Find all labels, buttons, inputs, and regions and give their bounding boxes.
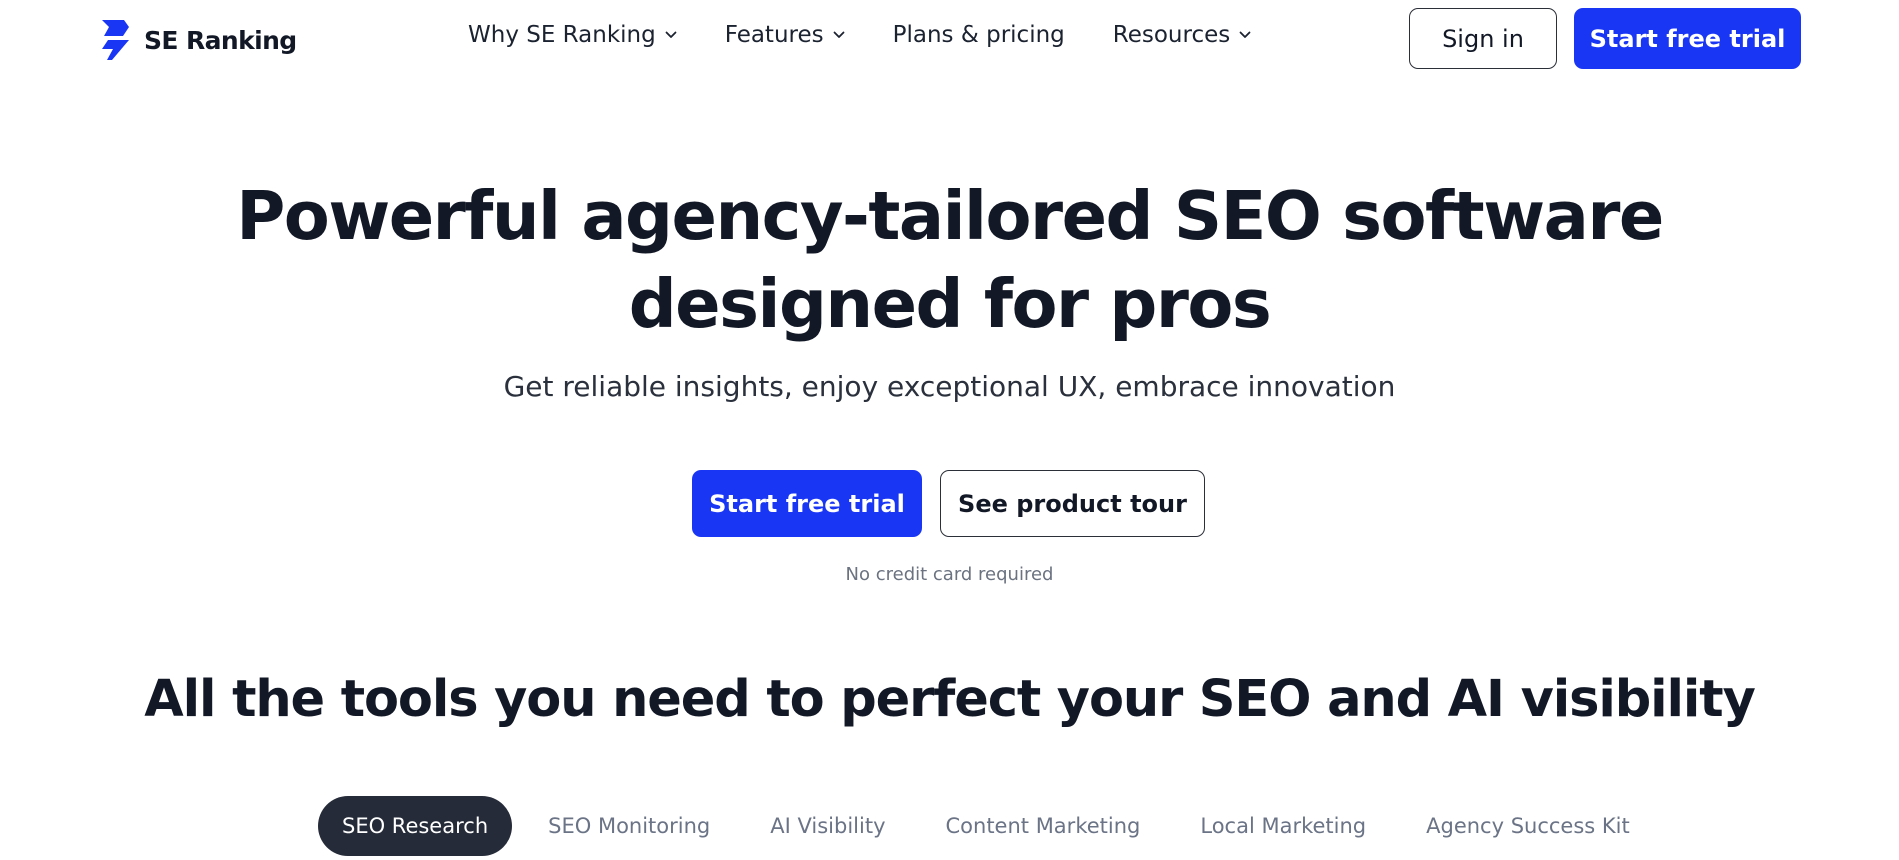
sign-in-button[interactable]: Sign in [1409, 8, 1557, 69]
logo-link[interactable]: SE Ranking [96, 18, 297, 62]
nav-item-features[interactable]: Features [725, 22, 845, 48]
tools-tabs: SEO Research SEO Monitoring AI Visibilit… [318, 796, 1630, 856]
se-ranking-logo-icon [102, 20, 129, 60]
no-credit-card-note: No credit card required [845, 564, 1054, 585]
site-header: SE Ranking Why SE Ranking Features Plans… [0, 0, 1899, 78]
nav-item-resources[interactable]: Resources [1113, 22, 1251, 48]
tab-content-marketing[interactable]: Content Marketing [946, 796, 1141, 856]
hero-start-trial-button[interactable]: Start free trial [692, 470, 922, 537]
nav-item-label: Why SE Ranking [468, 22, 656, 48]
nav-item-label: Plans & pricing [892, 22, 1065, 48]
tab-local-marketing[interactable]: Local Marketing [1200, 796, 1366, 856]
tools-title: All the tools you need to perfect your S… [144, 670, 1756, 729]
nav-item-label: Features [724, 22, 824, 48]
chevron-down-icon [665, 31, 677, 38]
tab-seo-monitoring[interactable]: SEO Monitoring [548, 796, 710, 856]
tab-agency-success-kit[interactable]: Agency Success Kit [1426, 796, 1630, 856]
chevron-down-icon [1239, 31, 1251, 38]
logo-text: SE Ranking [144, 25, 297, 55]
main-nav: Why SE Ranking Features Plans & pricing … [468, 22, 1299, 48]
hero-title-line-1: Powerful agency-tailored SEO software [236, 177, 1664, 255]
page: SE Ranking Why SE Ranking Features Plans… [0, 0, 1899, 860]
hero-title: Powerful agency-tailored SEO software de… [0, 172, 1899, 348]
hero-subtitle: Get reliable insights, enjoy exceptional… [503, 370, 1396, 403]
hero-title-line-2: designed for pros [628, 265, 1272, 343]
chevron-down-icon [833, 31, 845, 38]
tab-ai-visibility[interactable]: AI Visibility [770, 796, 885, 856]
product-tour-button[interactable]: See product tour [940, 470, 1205, 537]
nav-item-label: Resources [1112, 22, 1231, 48]
header-start-trial-button[interactable]: Start free trial [1574, 8, 1801, 69]
nav-item-why-se-ranking[interactable]: Why SE Ranking [468, 22, 677, 48]
nav-item-plans-pricing[interactable]: Plans & pricing [893, 22, 1065, 48]
tab-seo-research[interactable]: SEO Research [318, 796, 513, 856]
